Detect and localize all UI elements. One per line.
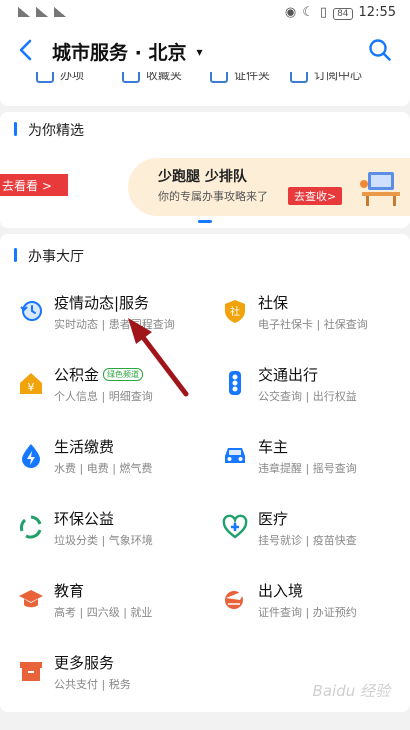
caret-down-icon: ▾ (196, 45, 203, 59)
service-name: 生活缴费 (54, 438, 115, 456)
plane-globe-icon (225, 590, 246, 609)
signal-icon (18, 7, 30, 17)
quick-item-favorites[interactable]: 收藏夹 (122, 72, 182, 83)
service-desc: 证件查询 | 办证预约 (258, 606, 357, 619)
quick-entry-bar: 办项 收藏夹 证件夹 订阅中心 (0, 72, 410, 106)
city-selector[interactable]: 城市服务 · 北京 ▾ (52, 38, 202, 65)
desk-illustration-icon (360, 172, 400, 206)
service-desc: 水费 | 电费 | 燃气费 (54, 462, 153, 475)
banner-title: 少跑腿 少排队 (158, 169, 247, 185)
service-more[interactable]: 更多服务 公共支付 | 税务 (18, 652, 218, 702)
service-name: 环保公益 (54, 510, 115, 528)
quick-item-todo[interactable]: 办项 (36, 72, 84, 83)
service-car-owner[interactable]: 车主 违章提醒 | 摇号查询 (222, 436, 410, 486)
service-desc: 违章提醒 | 摇号查询 (258, 462, 357, 475)
service-epidemic[interactable]: 疫情动态|服务 实时动态 | 患者同程查询 (18, 292, 218, 342)
page-title: 城市服务 · 北京 (52, 42, 187, 64)
section-title-recommend: 为你精选 (14, 120, 84, 140)
box-icon (20, 662, 42, 681)
service-name: 医疗 (258, 510, 289, 528)
service-education[interactable]: 教育 高考 | 四六级 | 就业 (18, 580, 218, 630)
go-look-button[interactable]: 去看看 > (0, 174, 68, 196)
wifi-icon (54, 7, 66, 17)
service-desc: 电子社保卡 | 社保查询 (258, 318, 368, 331)
house-yen-icon: ¥ (20, 373, 42, 394)
search-button[interactable] (368, 38, 392, 62)
graduation-cap-icon (19, 590, 43, 608)
recycle-icon (19, 515, 42, 539)
section-title-hall: 办事大厅 (14, 246, 84, 266)
eye-icon: ◉ (284, 5, 297, 20)
watermark: Baidu 经验 (312, 682, 390, 700)
service-desc: 公交查询 | 出行权益 (258, 390, 357, 403)
svg-text:社: 社 (230, 305, 240, 318)
clock-icon (20, 301, 42, 321)
promo-banner[interactable]: 少跑腿 少排队 你的专属办事攻略来了 去查收> (128, 158, 410, 216)
service-name: 车主 (258, 438, 289, 456)
service-name: 公积金 绿色频道 (54, 364, 144, 385)
service-desc: 高考 | 四六级 | 就业 (54, 606, 153, 619)
banner-subtitle: 你的专属办事攻略来了 (158, 190, 268, 203)
vibrate-icon: ▯ (319, 5, 328, 20)
service-social-security[interactable]: 社 社保 电子社保卡 | 社保查询 (222, 292, 410, 342)
banner-check-button[interactable]: 去查收> (288, 187, 343, 205)
service-name: 交通出行 (258, 366, 319, 384)
service-desc: 垃圾分类 | 气象环境 (54, 534, 153, 547)
service-desc: 公共支付 | 税务 (54, 678, 131, 691)
signal-icon (36, 7, 48, 17)
medical-icon (222, 514, 248, 539)
favorites-icon (122, 72, 140, 83)
service-utilities[interactable]: 生活缴费 水费 | 电费 | 燃气费 (18, 436, 218, 486)
moon-icon: ☾ (302, 5, 314, 20)
service-environment[interactable]: 环保公益 垃圾分类 | 气象环境 (18, 508, 218, 558)
service-name: 更多服务 (54, 654, 115, 672)
shield-icon: 社 (225, 300, 245, 323)
service-name: 教育 (54, 582, 85, 600)
back-button[interactable] (14, 38, 40, 62)
header: 城市服务 · 北京 ▾ (0, 28, 410, 72)
drop-bolt-icon (22, 444, 40, 468)
battery-icon: 84 (333, 8, 353, 20)
service-medical[interactable]: 医疗 挂号就诊 | 疫苗快查 (222, 508, 410, 558)
todo-icon (36, 72, 54, 83)
search-icon (369, 39, 391, 61)
service-housing-fund[interactable]: ¥ 公积金 绿色频道 个人信息 | 明细查询 (18, 364, 218, 414)
bell-icon (290, 72, 308, 83)
carousel-indicator (198, 220, 212, 223)
service-name: 疫情动态|服务 (54, 294, 150, 312)
status-right: ◉ ☾ ▯ 84 12:55 (285, 5, 396, 20)
car-icon (225, 448, 245, 463)
status-bar: ◉ ☾ ▯ 84 12:55 (0, 0, 410, 28)
clock-time: 12:55 (358, 5, 396, 20)
traffic-light-icon (229, 371, 241, 395)
service-border-exit[interactable]: 出入境 证件查询 | 办证预约 (222, 580, 410, 630)
signal-indicator (18, 7, 72, 19)
quick-item-subscriptions[interactable]: 订阅中心 (290, 72, 362, 83)
service-hall: 办事大厅 疫情动态|服务 实时动态 | 患者同程查询 社 社保 电子社保卡 | … (0, 234, 410, 712)
svg-text:¥: ¥ (28, 381, 35, 394)
back-arrow-icon (19, 39, 32, 61)
service-name: 出入境 (258, 582, 304, 600)
card-icon (210, 72, 228, 83)
service-name: 社保 (258, 294, 289, 312)
service-desc: 实时动态 | 患者同程查询 (54, 318, 175, 331)
service-desc: 个人信息 | 明细查询 (54, 390, 153, 403)
recommend-card: 为你精选 去看看 > 少跑腿 少排队 你的专属办事攻略来了 去查收> (0, 112, 410, 228)
service-desc: 挂号就诊 | 疫苗快查 (258, 534, 357, 547)
green-channel-badge: 绿色频道 (103, 368, 144, 381)
quick-item-cards[interactable]: 证件夹 (210, 72, 270, 83)
service-transport[interactable]: 交通出行 公交查询 | 出行权益 (222, 364, 410, 414)
